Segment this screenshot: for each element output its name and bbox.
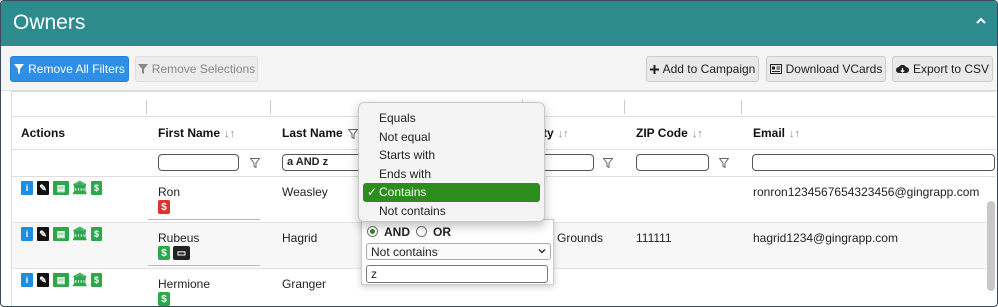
last-name-cell: Granger: [282, 277, 327, 291]
id-card-icon[interactable]: ▤: [53, 273, 69, 287]
filter-icon[interactable]: [250, 158, 260, 168]
invoice-icon[interactable]: $: [91, 181, 102, 195]
first-name-cell: Hermione: [158, 277, 211, 291]
bank-icon[interactable]: 🏛: [72, 226, 89, 241]
email-filter-input[interactable]: [752, 154, 995, 171]
and-label: AND: [384, 225, 410, 239]
first-name-cell: Ron: [158, 185, 181, 199]
vertical-scrollbar[interactable]: [987, 201, 995, 291]
id-card-icon[interactable]: ▤: [53, 181, 69, 195]
edit-icon[interactable]: ✎: [37, 273, 49, 287]
invoice-icon[interactable]: $: [91, 273, 102, 287]
divider: [148, 265, 260, 266]
id-card-icon[interactable]: ▤: [53, 227, 69, 241]
city-filter-input[interactable]: [542, 154, 594, 171]
remove-all-filters-button[interactable]: Remove All Filters: [10, 56, 129, 82]
first-name-cell: Rubeus: [158, 231, 200, 245]
row-actions: i ✎ ▤ 🏛 $: [21, 180, 102, 195]
bank-icon[interactable]: 🏛: [72, 272, 89, 287]
filter-icon[interactable]: [603, 158, 613, 168]
owners-panel: Owners Remove All Filters Remove Selecti…: [0, 0, 998, 307]
filter-condition-panel: AND OR Not contains z: [361, 219, 554, 285]
dollar-icon[interactable]: $: [158, 292, 170, 306]
header-first-name[interactable]: First Name ↓↑: [158, 126, 235, 140]
remove-selections-button[interactable]: Remove Selections: [135, 56, 258, 82]
last-name-filter-input[interactable]: a AND z: [282, 154, 370, 171]
dollar-icon[interactable]: $: [158, 200, 170, 214]
export-csv-button[interactable]: Export to CSV: [892, 56, 993, 82]
info-icon[interactable]: i: [21, 181, 33, 195]
header-zip-code[interactable]: ZIP Code ↓↑: [636, 126, 703, 140]
panel-header: Owners: [1, 1, 997, 46]
info-icon[interactable]: i: [21, 273, 33, 287]
zip-cell: 111111: [636, 231, 672, 245]
header-actions: Actions: [21, 126, 66, 140]
download-vcards-button[interactable]: Download VCards: [766, 56, 886, 82]
zip-filter-input[interactable]: [636, 154, 709, 171]
option-ends-with[interactable]: Ends with: [359, 165, 544, 184]
email-cell: ronron1234567654323456@gingrapp.com: [753, 185, 980, 199]
column-divider: [624, 100, 625, 114]
sort-icon[interactable]: ↓↑: [789, 128, 800, 140]
sort-icon[interactable]: ↓↑: [224, 128, 235, 140]
filter-icon[interactable]: [719, 158, 729, 168]
last-name-cell: Hagrid: [282, 231, 318, 245]
column-divider: [741, 100, 742, 114]
option-contains[interactable]: ✓ Contains: [363, 183, 540, 202]
dollar-icon[interactable]: $: [158, 246, 170, 260]
option-starts-with[interactable]: Starts with: [359, 146, 544, 165]
chevron-up-icon[interactable]: [973, 13, 989, 29]
toolbar: Remove All Filters Remove Selections Add…: [1, 46, 997, 91]
sort-icon[interactable]: ↓↑: [558, 128, 569, 140]
and-radio[interactable]: [367, 226, 378, 237]
plus-icon: [649, 64, 659, 74]
header-last-name[interactable]: Last Name: [282, 126, 359, 140]
row-actions: i ✎ ▤ 🏛 $: [21, 226, 102, 241]
edit-icon[interactable]: ✎: [37, 227, 49, 241]
sort-icon[interactable]: ↓↑: [692, 128, 703, 140]
condition-dropdown[interactable]: Equals Not equal Starts with Ends with ✓…: [358, 102, 545, 222]
first-name-filter-input[interactable]: [158, 154, 239, 171]
filter-icon[interactable]: [347, 128, 359, 140]
column-divider: [146, 100, 147, 114]
checkmark-icon: ✓: [367, 185, 378, 199]
filter-icon: [14, 64, 25, 74]
email-cell: hagrid1234@gingrapp.com: [753, 231, 898, 245]
edit-icon[interactable]: ✎: [37, 181, 49, 195]
chevron-down-icon: [538, 248, 546, 254]
header-email[interactable]: Email ↓↑: [753, 126, 800, 140]
cloud-download-icon: [895, 64, 909, 73]
add-to-campaign-button[interactable]: Add to Campaign: [646, 56, 759, 82]
city-cell: Grounds: [557, 231, 604, 245]
or-label: OR: [433, 225, 451, 239]
column-divider: [270, 100, 271, 114]
divider: [148, 219, 260, 220]
filter-icon: [137, 64, 148, 74]
last-name-cell: Weasley: [282, 185, 328, 199]
header-city[interactable]: ty ↓↑: [543, 126, 569, 140]
option-not-contains[interactable]: Not contains: [359, 202, 544, 221]
option-equals[interactable]: Equals: [359, 109, 544, 128]
second-condition-input[interactable]: z: [366, 265, 548, 283]
second-condition-select[interactable]: Not contains: [366, 243, 551, 260]
panel-title: Owners: [13, 11, 86, 34]
vcard-icon: [769, 64, 782, 74]
row-actions: i ✎ ▤ 🏛 $: [21, 272, 102, 287]
or-radio[interactable]: [416, 226, 427, 237]
info-icon[interactable]: i: [21, 227, 33, 241]
bank-icon[interactable]: 🏛: [72, 180, 89, 195]
option-not-equal[interactable]: Not equal: [359, 128, 544, 147]
card-badge-icon[interactable]: ▭: [173, 246, 190, 260]
invoice-icon[interactable]: $: [91, 227, 102, 241]
